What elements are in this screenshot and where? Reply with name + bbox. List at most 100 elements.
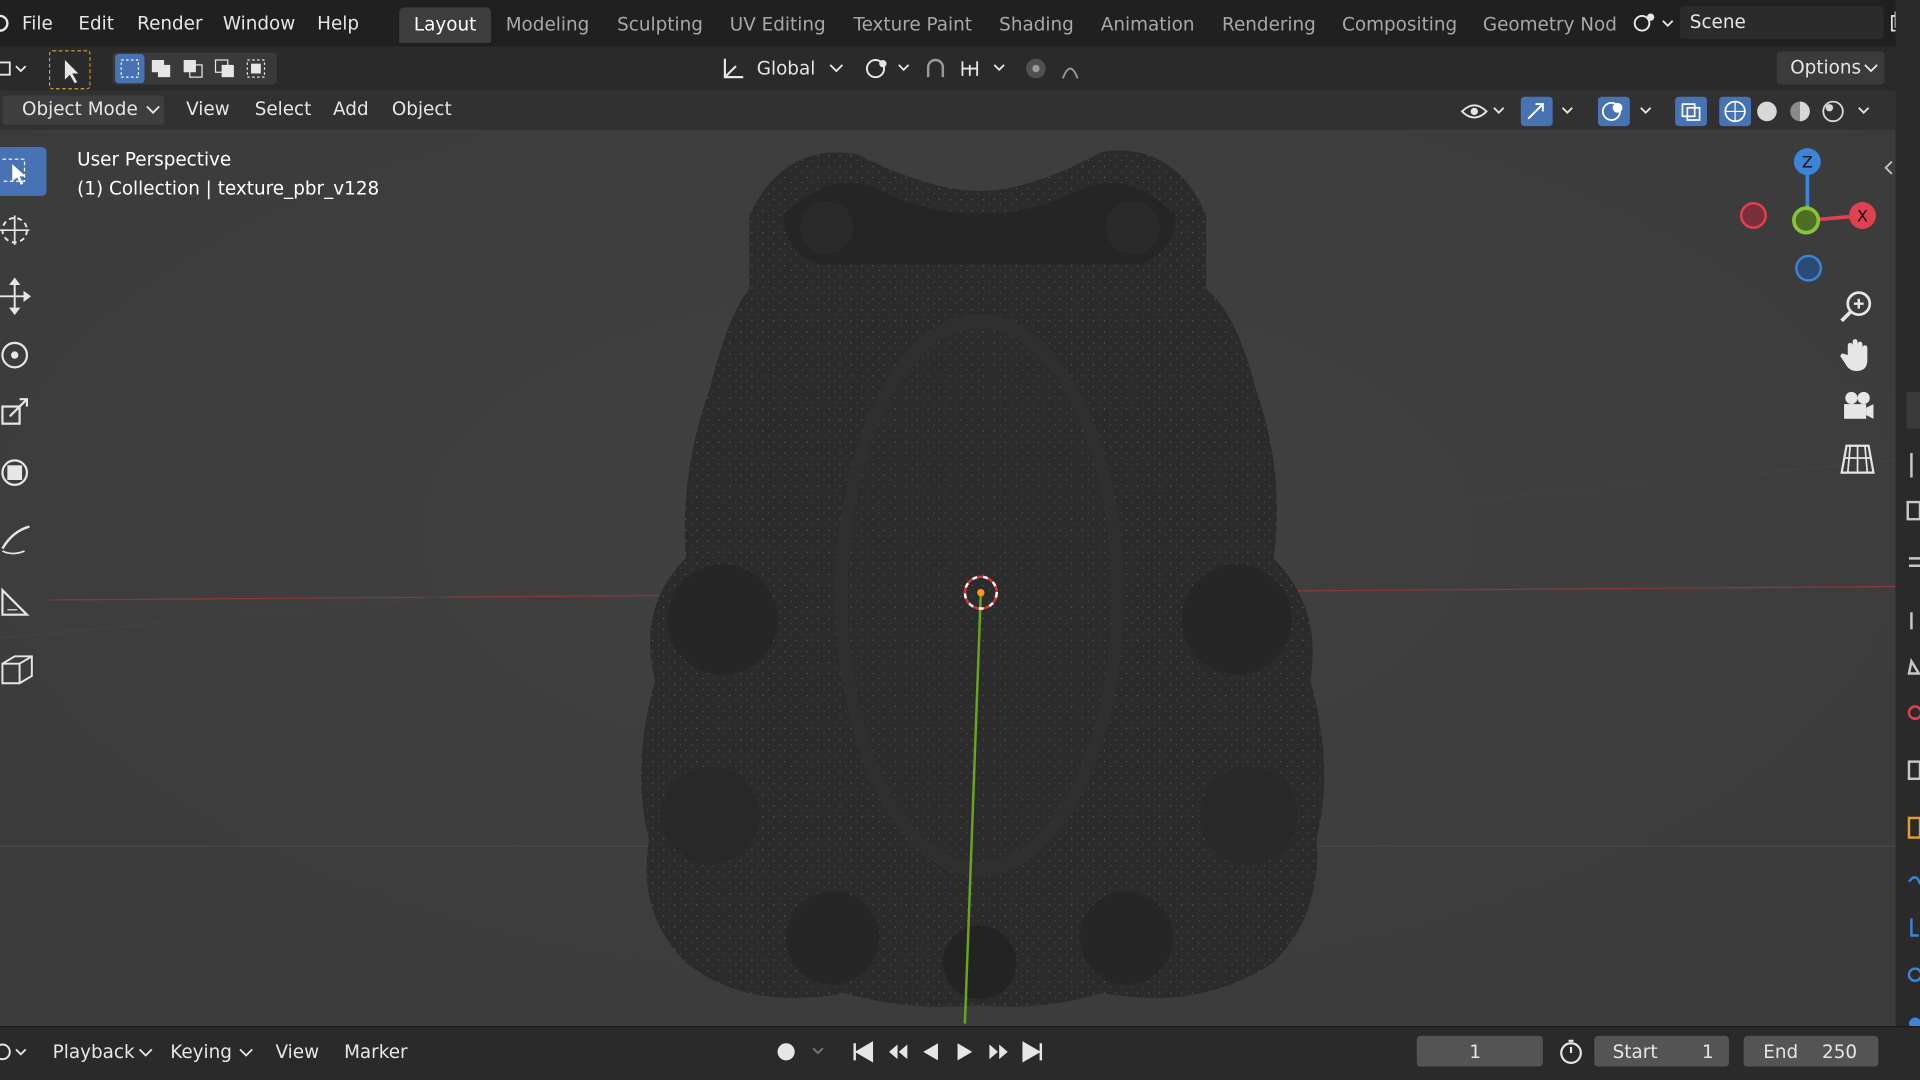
viewport-collection-label: (1) Collection | texture_pbr_v128 <box>77 177 380 200</box>
transform-orientation-icon <box>723 58 744 79</box>
select-box-icon <box>2 158 26 185</box>
play-icon[interactable] <box>957 1043 973 1061</box>
next-keyframe-icon[interactable] <box>989 1044 1008 1060</box>
gizmo-neg-z-axis[interactable] <box>1795 254 1823 282</box>
overlays-icon[interactable] <box>1597 96 1652 127</box>
chevron-down-icon <box>1864 64 1878 73</box>
tab-modeling[interactable]: Modeling <box>506 7 590 43</box>
end-frame-value: 250 <box>1822 1040 1858 1063</box>
menu-keying[interactable]: Keying <box>170 1041 232 1063</box>
prev-keyframe-icon[interactable] <box>888 1044 908 1060</box>
select-tool-icon <box>64 60 79 84</box>
scene-name: Scene <box>1689 11 1746 34</box>
jump-end-icon[interactable] <box>1022 1041 1043 1063</box>
chevron-down-icon[interactable] <box>1858 107 1870 114</box>
add-cube-icon <box>1 655 33 685</box>
transform-tool-button[interactable] <box>0 448 47 497</box>
menu-playback[interactable]: Playback <box>53 1041 135 1063</box>
viewport-perspective-label: User Perspective <box>77 148 232 171</box>
visibility-icon[interactable] <box>1460 104 1505 119</box>
move-icon <box>0 277 32 316</box>
menu-object[interactable]: Object <box>392 98 452 120</box>
hand-pan-icon[interactable] <box>1837 336 1879 378</box>
record-icon[interactable] <box>777 1043 824 1061</box>
shading-material-icon[interactable] <box>1790 101 1810 122</box>
editor-type-icon[interactable] <box>0 1038 29 1065</box>
menu-help[interactable]: Help <box>317 0 359 47</box>
menu-select[interactable]: Select <box>255 98 312 120</box>
scene-selector-icon[interactable] <box>1631 10 1678 37</box>
editor-type-icon[interactable] <box>0 55 29 82</box>
options-label: Options <box>1790 56 1862 79</box>
tab-texture-paint[interactable]: Texture Paint <box>853 7 972 43</box>
menu-edit[interactable]: Edit <box>78 0 114 47</box>
gizmo-z-label: Z <box>1802 153 1813 172</box>
cursor-tool-button[interactable] <box>0 206 47 255</box>
selection-modes-icons[interactable] <box>147 54 277 83</box>
chevron-down-icon <box>829 64 844 73</box>
active-tool-button[interactable] <box>48 50 91 90</box>
select-new-icon <box>120 59 139 78</box>
viewport-display-controls <box>1460 96 1870 127</box>
rotate-icon <box>1 341 29 369</box>
stopwatch-icon[interactable] <box>1556 1037 1585 1066</box>
measure-icon <box>1 587 30 616</box>
shading-wireframe-icon[interactable] <box>1719 96 1752 127</box>
gizmo-y-axis[interactable] <box>1792 206 1821 235</box>
gizmo-neg-x-axis[interactable] <box>1740 202 1767 229</box>
mode-new-button[interactable] <box>115 53 145 84</box>
transform-icon <box>1 459 29 487</box>
menu-view[interactable]: View <box>186 98 230 120</box>
grid-icon[interactable] <box>1837 438 1879 480</box>
sidebar-toggle-icon[interactable] <box>1881 159 1896 176</box>
chevron-down-icon <box>138 1048 153 1057</box>
shading-solid-icon[interactable] <box>1757 101 1777 122</box>
blender-logo-icon[interactable] <box>0 12 12 34</box>
menu-marker[interactable]: Marker <box>344 1041 408 1063</box>
menu-timeline-view[interactable]: View <box>276 1041 320 1063</box>
add-cube-tool-button[interactable] <box>0 644 47 693</box>
left-toolbar <box>0 142 49 705</box>
orientation-dropdown[interactable]: Global <box>757 58 816 80</box>
proportional-editing-icon[interactable] <box>1021 54 1107 83</box>
measure-tool-button[interactable] <box>0 576 47 625</box>
shading-rendered-icon[interactable] <box>1822 100 1844 123</box>
viewport-scene <box>0 129 1896 1024</box>
menu-window[interactable]: Window <box>223 0 295 47</box>
tab-uv-editing[interactable]: UV Editing <box>730 7 826 43</box>
tab-layout[interactable]: Layout <box>399 7 492 43</box>
menu-render[interactable]: Render <box>137 0 202 47</box>
gizmo-toggle-icon[interactable] <box>1520 96 1573 127</box>
scale-icon <box>1 398 29 425</box>
tab-compositing[interactable]: Compositing <box>1342 7 1457 43</box>
cursor-icon <box>0 215 30 245</box>
snap-icon[interactable] <box>921 54 1014 83</box>
scale-tool-button[interactable] <box>0 389 47 438</box>
rotate-tool-button[interactable] <box>0 331 47 380</box>
tab-animation[interactable]: Animation <box>1101 7 1195 43</box>
camera-icon[interactable] <box>1837 387 1879 429</box>
tab-geometry-nodes[interactable]: Geometry Nod <box>1483 7 1617 43</box>
navigation-gizmo[interactable]: Z X <box>1733 144 1886 291</box>
pivot-point-icon[interactable] <box>862 54 916 83</box>
tab-sculpting[interactable]: Sculpting <box>617 7 703 43</box>
xray-toggle-icon[interactable] <box>1675 96 1707 127</box>
menu-add[interactable]: Add <box>333 98 369 120</box>
annotate-tool-button[interactable] <box>0 517 47 566</box>
chevron-down-icon <box>239 1048 253 1057</box>
properties-tab-icons[interactable] <box>1902 380 1920 1066</box>
play-reverse-icon[interactable] <box>923 1043 938 1061</box>
menu-file[interactable]: File <box>22 0 53 47</box>
end-frame-label: End <box>1763 1040 1799 1063</box>
tab-rendering[interactable]: Rendering <box>1222 7 1316 43</box>
jump-start-icon[interactable] <box>853 1041 874 1063</box>
chevron-down-icon <box>146 105 160 114</box>
playback-controls <box>777 1041 1043 1063</box>
select-tool-button[interactable] <box>0 146 47 196</box>
tab-shading[interactable]: Shading <box>999 7 1074 43</box>
object-mode-dropdown[interactable]: Object Mode <box>22 98 138 120</box>
move-tool-button[interactable] <box>0 272 47 321</box>
zoom-icon[interactable] <box>1837 287 1879 329</box>
start-frame-label: Start <box>1612 1040 1658 1063</box>
start-frame-value: 1 <box>1702 1040 1714 1063</box>
